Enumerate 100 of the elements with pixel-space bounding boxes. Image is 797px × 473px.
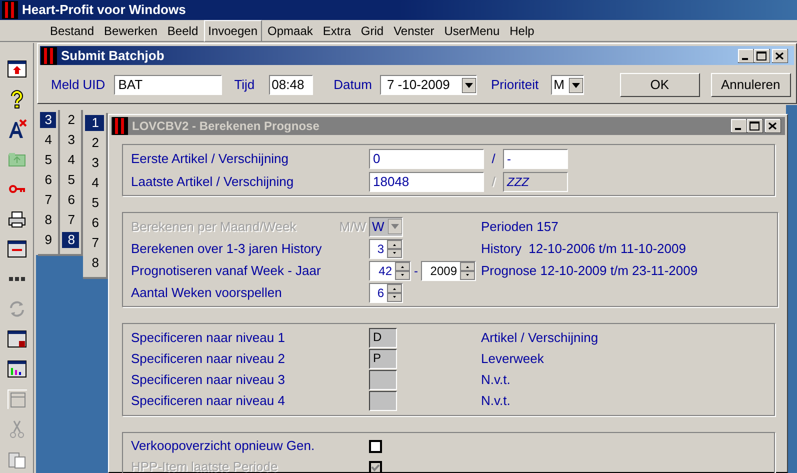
list-item[interactable]: 6: [85, 215, 104, 231]
caret-icon[interactable]: [462, 78, 476, 92]
menu-item[interactable]: Bestand: [46, 20, 98, 42]
close-button[interactable]: [772, 48, 788, 62]
list-item[interactable]: 3: [62, 132, 79, 148]
window-logo-icon[interactable]: [112, 117, 128, 135]
maximize-button[interactable]: [747, 119, 763, 133]
list-item[interactable]: 2: [62, 112, 79, 128]
field-label: Specificeren naar niveau 2: [131, 350, 286, 368]
list-item[interactable]: 4: [62, 152, 79, 168]
spin-box[interactable]: 6: [369, 282, 403, 302]
menu-item[interactable]: Beeld: [163, 20, 202, 42]
dialog-button[interactable]: OK: [620, 73, 700, 97]
field-label: Datum: [334, 76, 372, 94]
spin-arrows-icon[interactable]: [387, 240, 402, 258]
spin-value: 2009: [429, 262, 458, 280]
info-text: Perioden 157: [481, 218, 558, 236]
field-label: Meld UID: [51, 76, 106, 94]
list-item[interactable]: 7: [85, 235, 104, 251]
list-item[interactable]: 7: [40, 192, 56, 208]
text-field[interactable]: -: [503, 148, 568, 168]
priority-dropdown[interactable]: M: [550, 75, 584, 95]
text-field[interactable]: 0: [369, 148, 484, 168]
spin-box[interactable]: 3: [369, 238, 403, 258]
chart-window-icon[interactable]: [6, 359, 26, 379]
menu-item[interactable]: Grid: [356, 20, 388, 42]
priority-value: M: [554, 76, 566, 94]
level-field[interactable]: [369, 370, 397, 390]
menu-item[interactable]: Help: [506, 20, 538, 42]
minimize-button[interactable]: [738, 48, 754, 62]
level-field[interactable]: [369, 391, 397, 411]
checkbox[interactable]: [369, 440, 382, 452]
info-text: Prognose 12-10-2009 t/m 23-11-2009: [481, 262, 698, 280]
list-item[interactable]: 8: [40, 212, 56, 228]
window-icon[interactable]: [6, 239, 26, 259]
menu-item[interactable]: UserMenu: [440, 20, 504, 42]
list-item[interactable]: 4: [85, 175, 104, 191]
list-item[interactable]: 8: [62, 232, 79, 248]
window-lock-icon[interactable]: [6, 329, 26, 349]
list-item[interactable]: 5: [85, 195, 104, 211]
spin-box[interactable]: 2009: [421, 260, 476, 280]
field-label: Prognotiseren vanaf Week - Jaar: [131, 262, 322, 280]
spin-arrows-icon[interactable]: [395, 262, 410, 280]
separator-text: /: [490, 150, 496, 168]
window-logo-icon[interactable]: [41, 46, 57, 64]
app-title: Heart-Profit voor Windows: [22, 1, 186, 20]
level-field[interactable]: P: [369, 349, 397, 369]
text-field[interactable]: BAT: [114, 75, 222, 95]
field-label: Prioriteit: [490, 76, 539, 94]
app-logo-icon[interactable]: [2, 1, 18, 19]
field-label: Berekenen over 1-3 jaren History: [131, 240, 323, 258]
spin-box[interactable]: 42: [369, 260, 411, 280]
minimize-button[interactable]: [731, 119, 747, 133]
spin-arrows-icon[interactable]: [460, 262, 475, 280]
close-button[interactable]: [765, 119, 781, 133]
spin-arrows-icon[interactable]: [387, 284, 402, 302]
list-item[interactable]: 7: [62, 212, 79, 228]
list-item[interactable]: 5: [40, 152, 56, 168]
menu-item[interactable]: Extra: [318, 20, 355, 42]
date-dropdown[interactable]: 7 -10-2009: [380, 75, 477, 95]
field-label: Tijd: [234, 76, 255, 94]
list-item[interactable]: 2: [85, 135, 104, 151]
list-item[interactable]: 4: [40, 132, 56, 148]
date-value: 7 -10-2009: [386, 76, 451, 94]
list-item[interactable]: 9: [40, 232, 56, 248]
dropdown-value: W: [372, 218, 386, 236]
spin-value: 42: [378, 262, 393, 280]
list-item[interactable]: 6: [62, 192, 79, 208]
list-item[interactable]: 8: [85, 255, 104, 271]
menu-item[interactable]: Venster: [390, 20, 438, 42]
description-text: N.v.t.: [481, 371, 510, 390]
menu-item[interactable]: Invoegen: [204, 20, 262, 42]
separator-text: /: [490, 172, 496, 191]
menu-item[interactable]: Bewerken: [100, 20, 162, 42]
menu-item[interactable]: Opmaak: [264, 20, 317, 42]
list-item[interactable]: 3: [40, 112, 56, 128]
field-label: Specificeren naar niveau 4: [131, 392, 286, 410]
list-item[interactable]: 6: [40, 172, 56, 188]
description-text: N.v.t.: [481, 392, 510, 410]
list-item[interactable]: 5: [62, 172, 79, 188]
spin-value: 6: [376, 284, 385, 302]
time-field[interactable]: 08:48: [268, 75, 313, 95]
window-title: LOVCBV2 - Berekenen Prognose: [132, 118, 320, 135]
list-item[interactable]: 3: [85, 155, 104, 171]
font-delete-icon[interactable]: [6, 119, 26, 139]
field-label: Eerste Artikel / Verschijning: [131, 150, 290, 168]
printer-icon[interactable]: [6, 209, 26, 229]
field-label: Specificeren naar niveau 1: [131, 329, 286, 348]
description-text: Leverweek: [481, 350, 544, 368]
field-label: Aantal Weken voorspellen: [131, 284, 283, 302]
window-title: Submit Batchjob: [61, 46, 164, 65]
field-label: Laatste Artikel / Verschijning: [131, 172, 295, 191]
level-field[interactable]: D: [369, 328, 397, 348]
dialog-button[interactable]: Annuleren: [710, 73, 791, 97]
maximize-button[interactable]: [754, 48, 770, 62]
description-text: Artikel / Verschijning: [481, 329, 598, 348]
caret-icon[interactable]: [568, 78, 583, 92]
info-text: History 12-10-2006 t/m 11-10-2009: [481, 240, 686, 258]
list-item[interactable]: 1: [85, 115, 104, 131]
text-field[interactable]: 18048: [369, 172, 484, 192]
